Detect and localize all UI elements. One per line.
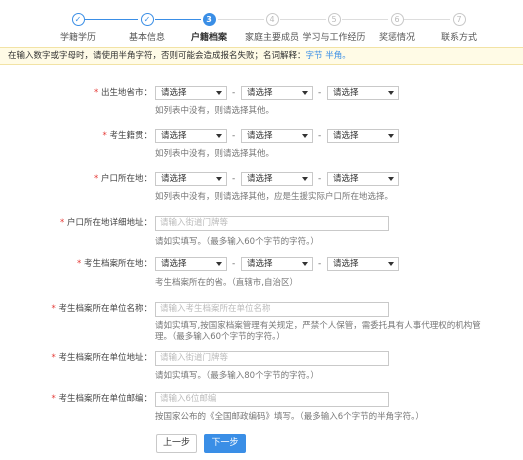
native-district-select[interactable]: 请选择 bbox=[327, 129, 399, 143]
birthplace-label: * 出生地省市： bbox=[94, 88, 152, 98]
hukou-addr-label: * 户口所在地详细地址： bbox=[60, 218, 152, 228]
archive-zipcode-input[interactable]: 请输入6位邮编 bbox=[155, 392, 389, 407]
dash: - bbox=[232, 174, 236, 184]
birthplace-district-select[interactable]: 请选择 bbox=[327, 86, 399, 100]
birthplace-hint: 如列表中没有，则请选择其他。 bbox=[155, 106, 275, 116]
archive-unit-address-input[interactable]: 请输入街道门牌等 bbox=[155, 351, 389, 366]
archive-city-select[interactable]: 请选择 bbox=[241, 257, 313, 271]
archive-loc-label: * 考生档案所在地： bbox=[77, 259, 152, 269]
archive-addr-label: * 考生档案所在单位地址： bbox=[51, 353, 152, 363]
hukou-hint: 如列表中没有，则请选择其他，应是生援实际户口所在地选择。 bbox=[155, 192, 394, 202]
hukou-province-select[interactable]: 请选择 bbox=[155, 172, 227, 186]
archive-unit-hint: 请如实填写,按国家档案管理有关规定，严禁个人保管，需委托具有人事代理权的机构管 bbox=[155, 321, 481, 331]
dash: - bbox=[232, 88, 236, 98]
hukou-label: * 户口所在地： bbox=[94, 174, 152, 184]
step-label: 奖惩情况 bbox=[378, 33, 415, 43]
chevron-down-icon bbox=[388, 177, 394, 181]
archive-unit-label: * 考生档案所在单位名称： bbox=[51, 304, 152, 314]
step-label: 家庭主要成员 bbox=[244, 33, 299, 43]
step-number: 4 bbox=[265, 13, 279, 26]
chevron-down-icon bbox=[302, 262, 308, 266]
chevron-down-icon bbox=[216, 91, 222, 95]
chevron-down-icon bbox=[388, 91, 394, 95]
step-label: 联系方式 bbox=[440, 33, 477, 43]
check-icon: ✓ bbox=[71, 13, 85, 26]
progress-steps: ✓ 学籍学历 ✓ 基本信息 3 户籍档案 4 家庭主要成员 5 学习与工作经历 … bbox=[0, 0, 523, 46]
chevron-down-icon bbox=[216, 177, 222, 181]
step-label: 学习与工作经历 bbox=[302, 33, 366, 43]
dash: - bbox=[232, 259, 236, 269]
chevron-down-icon bbox=[388, 134, 394, 138]
archive-addr-hint: 请如实填写。（最多输入80个字节的字符。） bbox=[155, 371, 319, 381]
archive-district-select[interactable]: 请选择 bbox=[327, 257, 399, 271]
archive-zip-label: * 考生档案所在单位邮编： bbox=[51, 394, 152, 404]
hukou-district-select[interactable]: 请选择 bbox=[327, 172, 399, 186]
archive-zip-hint: 按国家公布的《全国邮政编码》填写。（最多输入6个字节的半角字符。） bbox=[155, 412, 424, 422]
glossary-link[interactable]: 字节 半角。 bbox=[306, 51, 351, 61]
next-button[interactable]: 下一步 bbox=[204, 434, 246, 453]
native-city-select[interactable]: 请选择 bbox=[241, 129, 313, 143]
step-2[interactable]: ✓ 基本信息 bbox=[112, 13, 182, 43]
step-3[interactable]: 3 户籍档案 bbox=[174, 13, 244, 43]
step-number: 7 bbox=[452, 13, 466, 26]
check-icon: ✓ bbox=[140, 13, 154, 26]
native-hint: 如列表中没有，则请选择其他。 bbox=[155, 149, 275, 159]
hukou-addr-hint: 请如实填写。（最多输入60个字节的字符。） bbox=[155, 237, 319, 247]
chevron-down-icon bbox=[302, 91, 308, 95]
dash: - bbox=[318, 88, 322, 98]
step-number: 5 bbox=[327, 13, 341, 26]
archive-unit-hint-2: 理。（最多输入60个字节的字符。） bbox=[155, 332, 285, 342]
step-5[interactable]: 5 学习与工作经历 bbox=[299, 13, 369, 43]
step-7[interactable]: 7 联系方式 bbox=[424, 13, 494, 43]
archive-unit-name-input[interactable]: 请输入考生档案所在单位名称 bbox=[155, 302, 389, 317]
dash: - bbox=[318, 174, 322, 184]
hukou-address-input[interactable]: 请输入街道门牌等 bbox=[155, 216, 389, 231]
chevron-down-icon bbox=[388, 262, 394, 266]
chevron-down-icon bbox=[302, 134, 308, 138]
step-1[interactable]: ✓ 学籍学历 bbox=[43, 13, 113, 43]
native-label: * 考生籍贯： bbox=[102, 131, 152, 141]
birthplace-province-select[interactable]: 请选择 bbox=[155, 86, 227, 100]
step-4[interactable]: 4 家庭主要成员 bbox=[237, 13, 307, 43]
chevron-down-icon bbox=[216, 262, 222, 266]
archive-province-select[interactable]: 请选择 bbox=[155, 257, 227, 271]
notice-banner: 在输入数字或字母时，请使用半角字符，否则可能会造成报名失败；名词解释：字节 半角… bbox=[0, 47, 523, 65]
archive-loc-hint: 考生档案所在的省。（直辖市,自治区） bbox=[155, 278, 298, 288]
prev-button[interactable]: 上一步 bbox=[156, 434, 197, 453]
native-province-select[interactable]: 请选择 bbox=[155, 129, 227, 143]
chevron-down-icon bbox=[302, 177, 308, 181]
step-label: 基本信息 bbox=[128, 33, 165, 43]
step-number: 6 bbox=[390, 13, 404, 26]
dash: - bbox=[318, 131, 322, 141]
hukou-city-select[interactable]: 请选择 bbox=[241, 172, 313, 186]
step-label: 学籍学历 bbox=[59, 33, 96, 43]
notice-text: 在输入数字或字母时，请使用半角字符，否则可能会造成报名失败；名词解释： bbox=[8, 51, 306, 61]
step-number: 3 bbox=[202, 13, 216, 26]
chevron-down-icon bbox=[216, 134, 222, 138]
step-label: 户籍档案 bbox=[190, 33, 227, 43]
step-6[interactable]: 6 奖惩情况 bbox=[362, 13, 432, 43]
dash: - bbox=[232, 131, 236, 141]
dash: - bbox=[318, 259, 322, 269]
birthplace-city-select[interactable]: 请选择 bbox=[241, 86, 313, 100]
